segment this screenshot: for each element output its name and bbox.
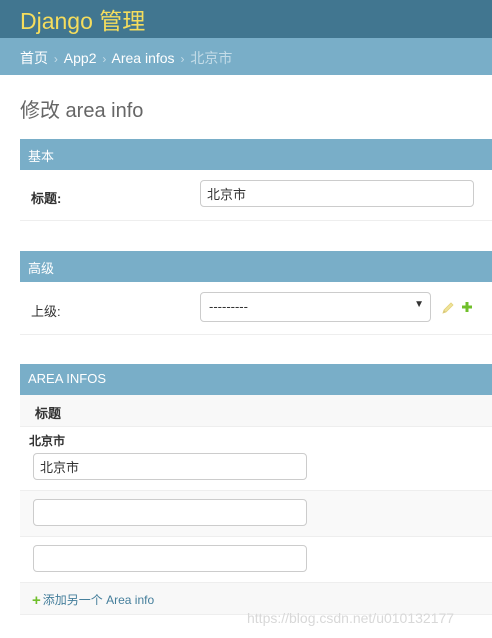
- watermark: https://blog.csdn.net/u010132177: [247, 610, 455, 626]
- plus-icon[interactable]: [461, 301, 473, 316]
- inline-title-input[interactable]: [33, 499, 307, 526]
- inline-group-header: AREA INFOS: [20, 364, 492, 395]
- form-row-title: 标题:: [20, 170, 492, 221]
- breadcrumb-separator: ›: [180, 52, 185, 66]
- fieldset-basic-header: 基本: [20, 139, 492, 170]
- inline-title-input[interactable]: [33, 545, 307, 572]
- inline-table-header: 标题: [20, 395, 492, 427]
- inline-title-input[interactable]: [33, 453, 307, 480]
- breadcrumb-separator: ›: [53, 52, 58, 66]
- add-another-link[interactable]: + 添加另一个 Area info: [32, 591, 154, 609]
- fieldset-advanced-header: 高级: [20, 251, 492, 282]
- parent-field-label: 上级:: [31, 304, 61, 319]
- site-branding[interactable]: Django 管理: [20, 2, 145, 36]
- title-field-label: 标题:: [31, 191, 62, 206]
- breadcrumb-current: 北京市: [190, 50, 233, 66]
- add-another-label: 添加另一个 Area info: [42, 593, 155, 607]
- parent-select-value: ---------: [209, 299, 248, 314]
- parent-select[interactable]: --------- ▼: [200, 292, 431, 322]
- breadcrumb-separator: ›: [102, 52, 107, 66]
- form-row-parent: 上级: --------- ▼: [20, 282, 492, 335]
- chevron-down-icon: ▼: [414, 299, 424, 310]
- pencil-icon[interactable]: [441, 301, 455, 318]
- title-input[interactable]: [200, 180, 474, 207]
- inline-row: [20, 537, 492, 583]
- breadcrumb-model[interactable]: Area infos: [112, 50, 175, 66]
- plus-icon: +: [32, 592, 41, 609]
- breadcrumb: 首页 › App2 › Area infos › 北京市: [0, 38, 492, 75]
- breadcrumb-app[interactable]: App2: [64, 50, 97, 66]
- breadcrumb-home[interactable]: 首页: [20, 50, 48, 66]
- column-header-title: 标题: [35, 406, 62, 421]
- page-title: 修改 area info: [20, 100, 144, 122]
- inline-original-label: 北京市: [29, 434, 66, 448]
- inline-row: [20, 491, 492, 537]
- site-header: Django 管理: [0, 0, 492, 38]
- inline-row: 北京市: [20, 427, 492, 491]
